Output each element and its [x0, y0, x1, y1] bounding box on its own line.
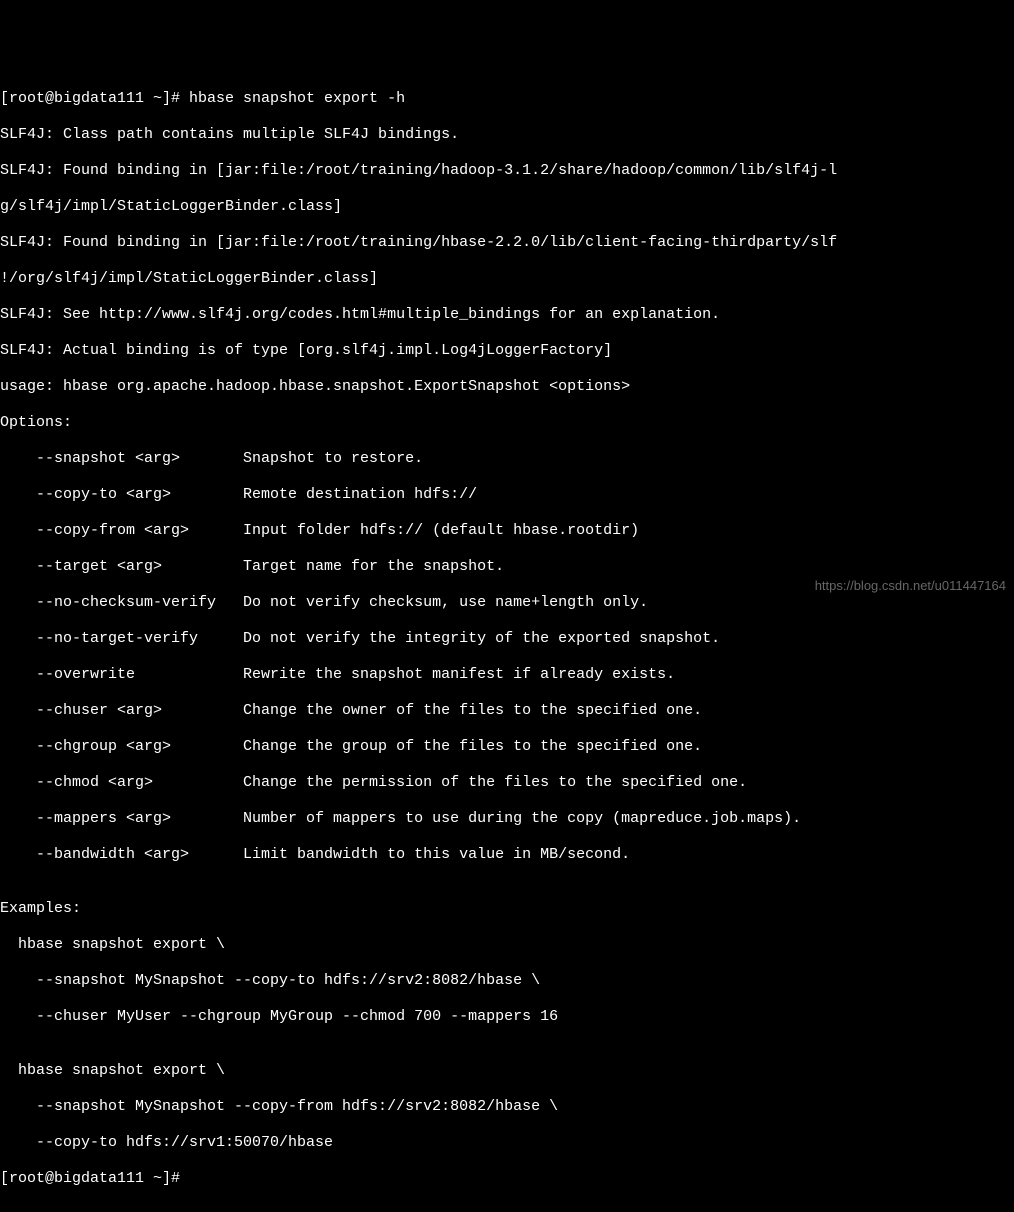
terminal-line: --chuser MyUser --chgroup MyGroup --chmo… — [0, 1008, 1014, 1026]
terminal-line: --no-checksum-verify Do not verify check… — [0, 594, 1014, 612]
terminal-line: hbase snapshot export \ — [0, 1062, 1014, 1080]
terminal-line: --copy-to hdfs://srv1:50070/hbase — [0, 1134, 1014, 1152]
terminal-line: --bandwidth <arg> Limit bandwidth to thi… — [0, 846, 1014, 864]
terminal-line: --snapshot MySnapshot --copy-to hdfs://s… — [0, 972, 1014, 990]
terminal-line: --no-target-verify Do not verify the int… — [0, 630, 1014, 648]
terminal-line: --mappers <arg> Number of mappers to use… — [0, 810, 1014, 828]
terminal-line: Examples: — [0, 900, 1014, 918]
terminal-line: --snapshot <arg> Snapshot to restore. — [0, 450, 1014, 468]
terminal-line: --chuser <arg> Change the owner of the f… — [0, 702, 1014, 720]
terminal-line: hbase snapshot export \ — [0, 936, 1014, 954]
terminal-line: Options: — [0, 414, 1014, 432]
terminal-line: SLF4J: Class path contains multiple SLF4… — [0, 126, 1014, 144]
terminal-line: SLF4J: Found binding in [jar:file:/root/… — [0, 234, 1014, 252]
terminal-output[interactable]: [root@bigdata111 ~]# hbase snapshot expo… — [0, 72, 1014, 1206]
terminal-line: --snapshot MySnapshot --copy-from hdfs:/… — [0, 1098, 1014, 1116]
terminal-line: --chmod <arg> Change the permission of t… — [0, 774, 1014, 792]
terminal-line: [root@bigdata111 ~]# hbase snapshot expo… — [0, 90, 1014, 108]
terminal-line: usage: hbase org.apache.hadoop.hbase.sna… — [0, 378, 1014, 396]
watermark-text: https://blog.csdn.net/u011447164 — [815, 578, 1006, 594]
terminal-line: --copy-to <arg> Remote destination hdfs:… — [0, 486, 1014, 504]
terminal-line: --chgroup <arg> Change the group of the … — [0, 738, 1014, 756]
terminal-line: !/org/slf4j/impl/StaticLoggerBinder.clas… — [0, 270, 1014, 288]
terminal-line: [root@bigdata111 ~]# — [0, 1170, 1014, 1188]
terminal-line: SLF4J: Found binding in [jar:file:/root/… — [0, 162, 1014, 180]
terminal-line: g/slf4j/impl/StaticLoggerBinder.class] — [0, 198, 1014, 216]
terminal-line: SLF4J: Actual binding is of type [org.sl… — [0, 342, 1014, 360]
terminal-line: SLF4J: See http://www.slf4j.org/codes.ht… — [0, 306, 1014, 324]
terminal-line: --target <arg> Target name for the snaps… — [0, 558, 1014, 576]
terminal-line: --overwrite Rewrite the snapshot manifes… — [0, 666, 1014, 684]
terminal-line: --copy-from <arg> Input folder hdfs:// (… — [0, 522, 1014, 540]
